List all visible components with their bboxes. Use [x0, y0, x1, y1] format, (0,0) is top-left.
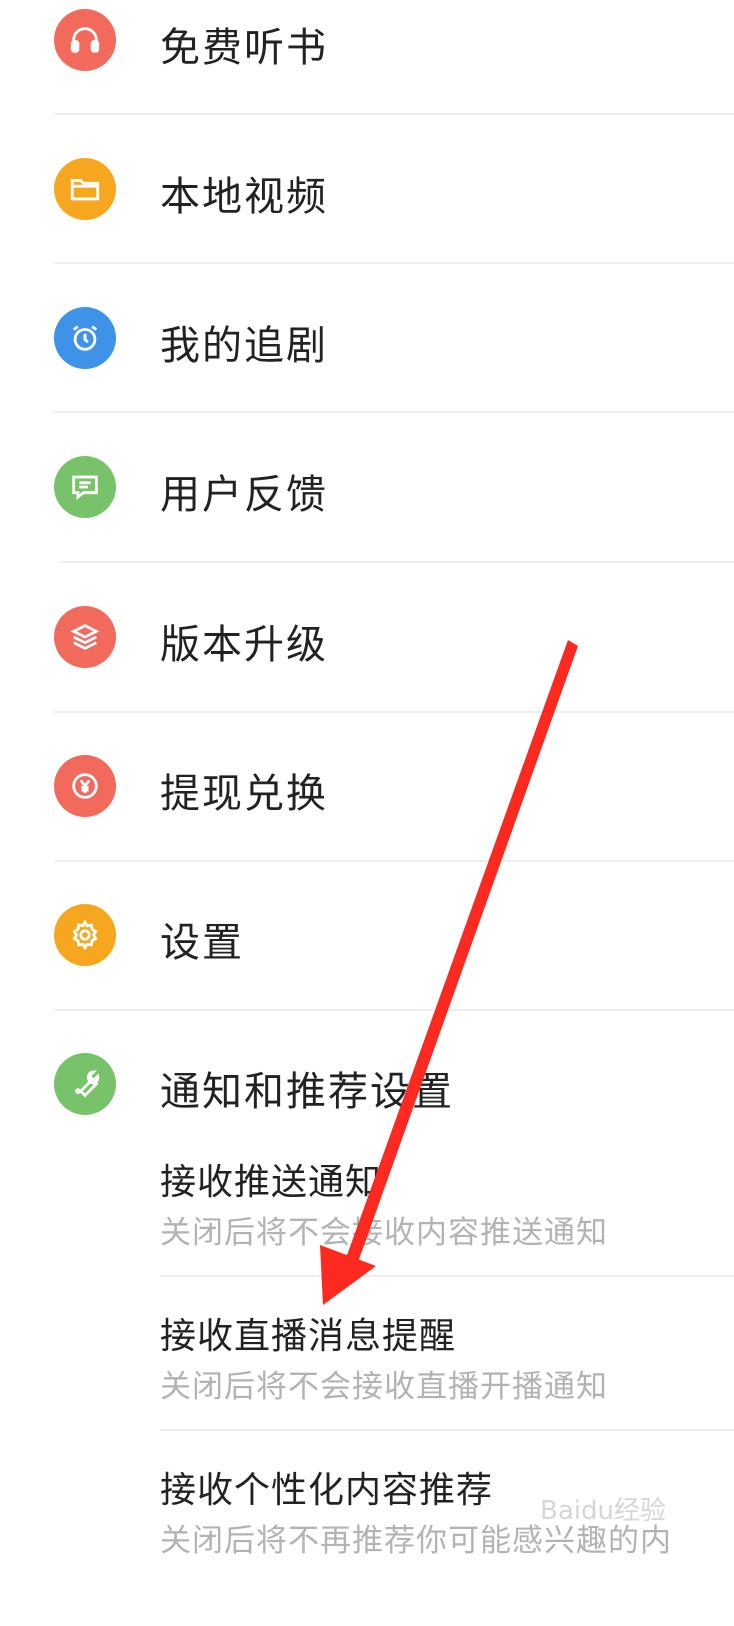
menu-item-withdraw[interactable]: 提现兑换	[0, 711, 734, 859]
menu-item-notification-settings[interactable]: 通知和推荐设置	[0, 1009, 734, 1157]
menu-item-my-series[interactable]: 我的追剧	[0, 263, 734, 411]
menu-item-audiobooks[interactable]: 免费听书	[0, 0, 734, 113]
menu-item-label: 通知和推荐设置	[160, 1069, 454, 1115]
menu-item-label: 提现兑换	[160, 771, 328, 817]
menu-item-local-video[interactable]: 本地视频	[0, 114, 734, 262]
menu-item-label: 我的追剧	[160, 323, 328, 369]
live-reminder-title[interactable]: 接收直播消息提醒	[160, 1307, 456, 1359]
watermark: Baidu经验	[540, 1496, 666, 1526]
live-reminder-desc: 关闭后将不会接收直播开播通知	[160, 1369, 608, 1405]
gear-icon	[54, 904, 116, 966]
message-icon	[54, 456, 116, 518]
menu-item-version-upgrade[interactable]: 版本升级	[0, 562, 734, 710]
menu-item-settings[interactable]: 设置	[0, 860, 734, 1008]
folder-icon	[54, 158, 116, 220]
divider	[160, 1429, 734, 1431]
menu-item-label: 版本升级	[160, 622, 328, 668]
yen-coin-icon	[54, 755, 116, 817]
menu-item-label: 免费听书	[160, 25, 328, 71]
layers-icon	[54, 606, 116, 668]
menu-item-label: 用户反馈	[160, 472, 328, 518]
push-notification-desc: 关闭后将不会接收内容推送通知	[160, 1215, 608, 1251]
alarm-clock-icon	[54, 307, 116, 369]
push-notification-title[interactable]: 接收推送通知	[160, 1153, 382, 1205]
divider	[160, 1275, 734, 1277]
personalized-recommend-title[interactable]: 接收个性化内容推荐	[160, 1461, 493, 1513]
headphones-icon	[54, 9, 116, 71]
menu-item-label: 设置	[160, 920, 244, 966]
wrench-icon	[54, 1053, 116, 1115]
menu-item-feedback[interactable]: 用户反馈	[0, 412, 734, 560]
menu-item-label: 本地视频	[160, 174, 328, 220]
